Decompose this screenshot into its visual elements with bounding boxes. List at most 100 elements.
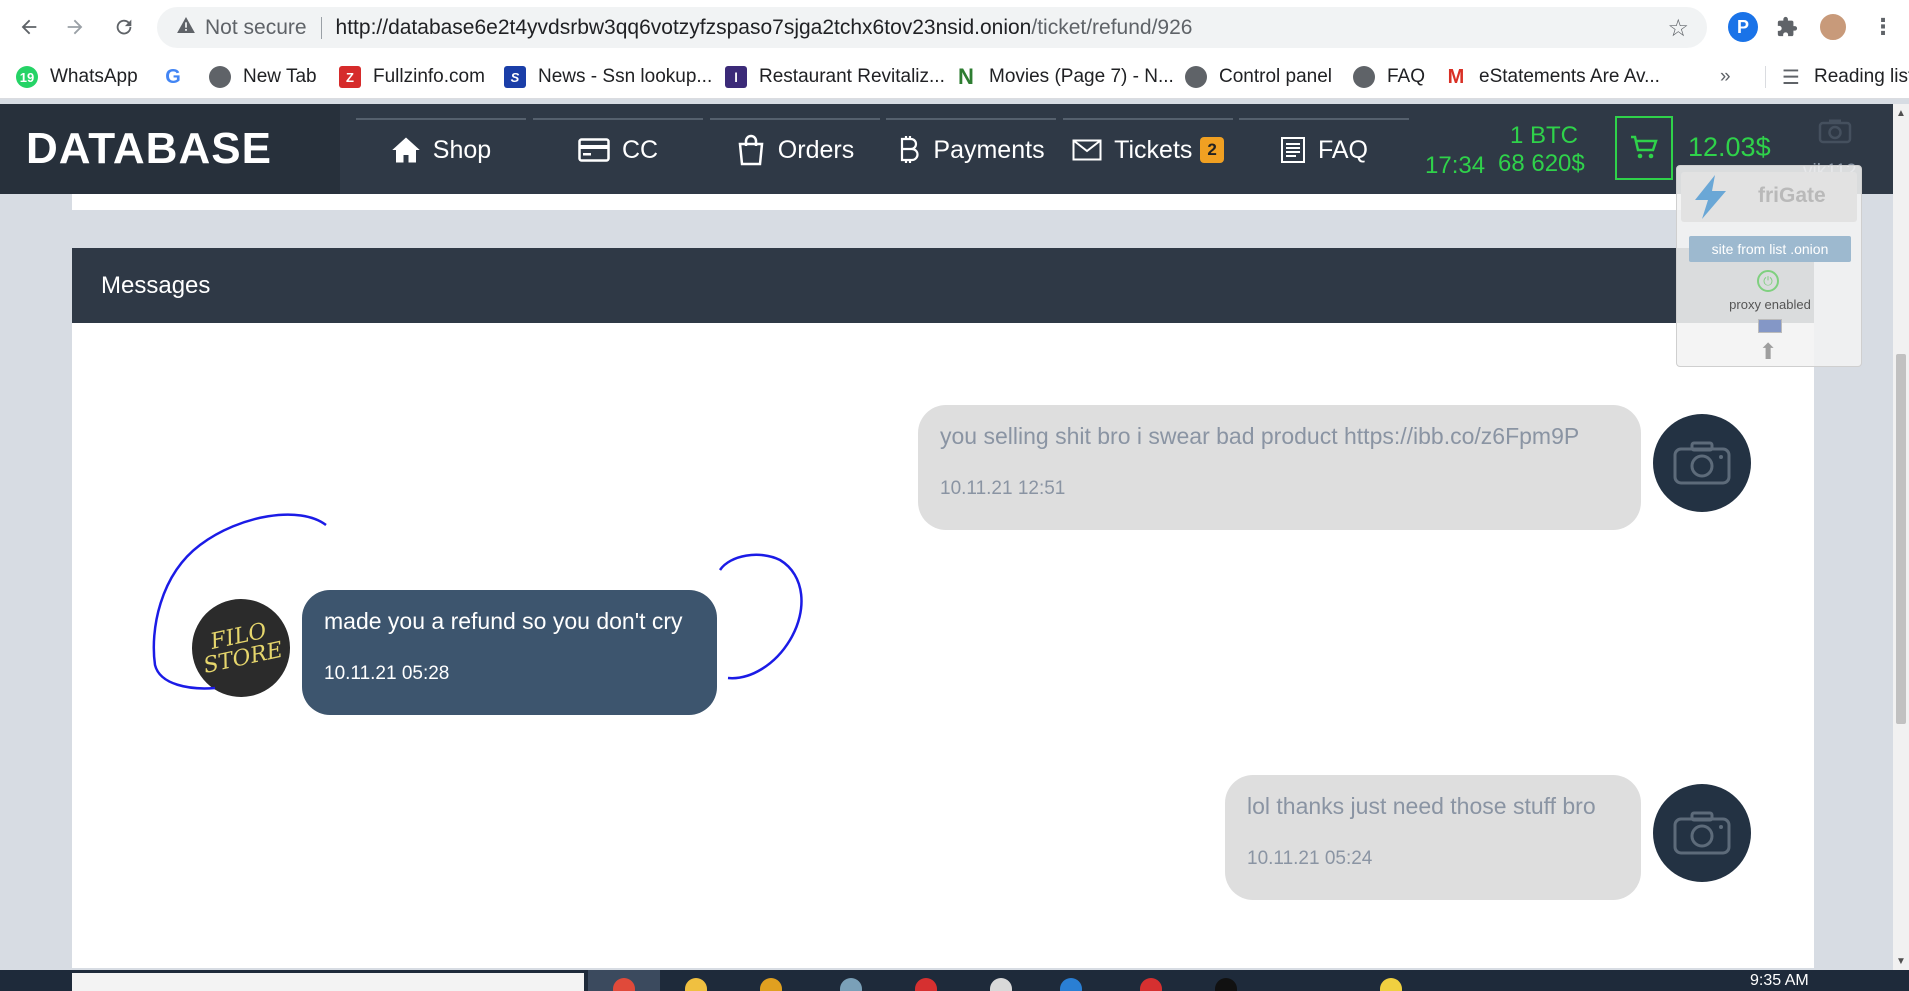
reading-list-label: Reading list [1814,66,1909,87]
bookmark-label: WhatsApp [50,66,138,87]
app-icon[interactable] [1060,978,1082,991]
bookmark-ssn-lookup[interactable]: S News - Ssn lookup... [504,63,712,91]
arrow-up-icon[interactable]: ⬆ [1759,339,1777,365]
page-scrollbar[interactable]: ▲ ▼ [1893,104,1909,970]
cart-button[interactable] [1615,116,1673,180]
frigate-name: friGate [1758,184,1826,207]
address-bar[interactable]: Not secure http://database6e2t4yvdsrbw3q… [157,7,1707,48]
bookmark-control-panel[interactable]: Control panel [1185,63,1332,91]
fullzinfo-icon: Z [339,66,361,88]
app-icon[interactable] [760,978,782,991]
globe-icon [209,66,231,88]
app-icon[interactable] [1140,978,1162,991]
extensions-puzzle-icon[interactable] [1772,12,1802,42]
profile-avatar[interactable] [1818,12,1848,42]
bookmark-faq[interactable]: FAQ [1353,63,1425,91]
extension-p-icon[interactable]: P [1728,12,1758,42]
reload-icon[interactable] [107,10,141,44]
app-icon[interactable] [915,978,937,991]
user-avatar [1653,784,1751,882]
credit-card-icon [578,138,610,162]
bitcoin-icon [897,134,921,166]
bookmark-movies[interactable]: N Movies (Page 7) - N... [955,63,1174,91]
folder-icon[interactable] [685,978,707,991]
frigate-popup[interactable]: friGate site from list .onion ⏻ proxy en… [1676,165,1862,367]
back-icon[interactable] [12,10,46,44]
home-icon [391,136,421,164]
movies-icon: N [958,64,974,89]
bookmark-new-tab[interactable]: New Tab [209,63,317,91]
app-icon[interactable] [990,978,1012,991]
message-text: lol thanks just need those stuff bro [1247,793,1596,819]
bookmark-label: Fullzinfo.com [373,66,485,87]
message-time: 10.11.21 12:51 [940,478,1066,499]
bookmark-label: Control panel [1219,66,1333,87]
scroll-thumb[interactable] [1896,354,1906,724]
nav-shop-label: Shop [432,135,492,164]
camera-icon[interactable] [1818,118,1852,149]
url-text[interactable]: http://database6e2t4yvdsrbw3qq6votzyfzsp… [336,16,1193,40]
bookmark-star-icon[interactable]: ☆ [1667,14,1689,43]
app-icon[interactable] [1380,978,1402,991]
nav-orders[interactable]: Orders [710,118,880,180]
message-bubble-store: made you a refund so you don't cry 10.11… [302,590,717,715]
bookmarks-overflow-button[interactable]: » [1720,63,1731,91]
bookmark-label: New Tab [243,66,317,87]
account-balance: 12.03$ [1688,132,1771,162]
ssn-icon: S [504,66,526,88]
whatsapp-icon: 19 [16,66,38,88]
not-secure-label[interactable]: Not secure [205,16,307,40]
bookmark-whatsapp[interactable]: 19 WhatsApp [16,63,138,91]
nav-payments[interactable]: Payments [886,118,1056,180]
bookmark-label: News - Ssn lookup... [538,66,713,87]
document-list-icon [1280,136,1306,164]
power-icon[interactable]: ⏻ [1757,270,1779,292]
bookmark-label: Movies (Page 7) - N... [989,66,1174,87]
cart-icon [1631,135,1658,159]
nav-shop[interactable]: Shop [356,118,526,180]
nav-tickets[interactable]: Tickets 2 [1063,118,1233,180]
chrome-menu-icon[interactable]: ⋮ [1868,12,1898,42]
tickets-count-badge: 2 [1200,137,1224,163]
message-text: made you a refund so you don't cry [324,608,683,634]
windows-taskbar: 9:35 AM [0,970,1909,991]
bookmark-fullzinfo[interactable]: Z Fullzinfo.com [339,63,485,91]
bookmark-restaurant[interactable]: l Restaurant Revitaliz... [725,63,945,91]
site-logo[interactable]: DATABASE [0,104,340,194]
message-bubble-user: you selling shit bro i swear bad product… [918,405,1641,530]
divider [1765,66,1766,88]
lightning-icon [1695,175,1726,219]
app-icon[interactable] [1215,978,1237,991]
taskbar-search[interactable] [72,973,584,991]
frigate-logo: friGate [1681,172,1857,222]
nav-payments-label: Payments [933,135,1045,164]
reading-list-button[interactable]: ☰ Reading list [1765,63,1909,91]
omnibox-divider [320,16,322,39]
forward-icon[interactable] [58,10,92,44]
google-icon: G [165,65,181,88]
shopping-bag-icon [736,134,766,166]
nav-tickets-label: Tickets [1114,135,1193,164]
bookmark-google[interactable]: G [162,63,196,91]
camera-icon [1673,811,1731,855]
btc-rate: 68 620$ [1498,150,1585,177]
url-path: /ticket/refund/926 [1031,15,1193,39]
nav-cc[interactable]: CC [533,118,703,180]
nav-cc-label: CC [621,135,659,164]
bookmark-label: eStatements Are Av... [1479,66,1660,87]
restaurant-icon: l [725,66,747,88]
app-icon[interactable] [840,978,862,991]
bookmark-estatements[interactable]: M eStatements Are Av... [1445,63,1660,91]
globe-icon [1185,66,1207,88]
scroll-up-icon[interactable]: ▲ [1893,106,1909,120]
extension-p-letter: P [1736,16,1749,37]
btc-unit: 1 BTC [1510,122,1579,149]
site-header: DATABASE Shop CC Orders Payments Tickets… [0,104,1893,194]
gmail-icon: M [1447,65,1465,88]
message-time: 10.11.21 05:28 [324,663,450,684]
nav-orders-label: Orders [777,135,855,164]
scroll-down-icon[interactable]: ▼ [1893,954,1909,968]
uk-flag-icon[interactable] [1758,319,1782,333]
nav-faq[interactable]: FAQ [1239,118,1409,180]
reading-list-icon: ☰ [1782,66,1800,89]
